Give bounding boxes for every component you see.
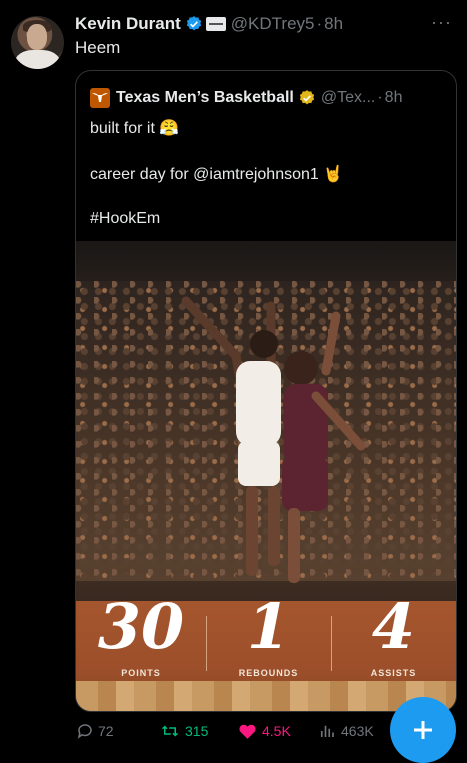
like-button[interactable]: 4.5K (238, 722, 291, 740)
stat-points: 30 POINTS (76, 590, 206, 679)
tweet-header: Kevin Durant @KDTrey5 · 8h (75, 13, 343, 35)
game-photo[interactable]: 30 POINTS 1 REBOUNDS 4 ASSISTS (76, 241, 456, 711)
views-button[interactable]: 463K (318, 722, 374, 740)
more-icon[interactable]: ··· (431, 12, 452, 33)
quoted-time[interactable]: 8h (385, 89, 403, 107)
views-count: 463K (341, 723, 374, 739)
stat-assists-value: 4 (371, 590, 416, 663)
quoted-text-line-3: #HookEm (90, 210, 161, 227)
affiliate-badge-icon (205, 17, 226, 31)
avatar[interactable] (11, 16, 64, 69)
like-count: 4.5K (262, 723, 291, 739)
time-separator: · (316, 14, 323, 33)
tweet-text: Heem (75, 38, 121, 57)
verified-badge-icon (186, 16, 201, 31)
retweet-icon (161, 725, 179, 737)
reply-button[interactable]: 72 (76, 722, 114, 740)
players-illustration (181, 296, 366, 583)
quoted-author-handle[interactable]: @Tex... (321, 89, 375, 107)
quoted-text-line-2: career day for @iamtrejohnson1 🤘 (90, 166, 344, 183)
gold-verified-icon (299, 90, 314, 105)
views-icon (320, 725, 334, 737)
reply-icon (77, 724, 92, 739)
quoted-tweet[interactable]: Texas Men’s Basketball @Tex... · 8h buil… (75, 70, 457, 712)
stat-rebounds-label: REBOUNDS (238, 668, 299, 678)
author-name[interactable]: Kevin Durant (75, 14, 181, 34)
reply-count: 72 (98, 723, 114, 739)
stat-points-value: 30 (97, 590, 185, 663)
author-handle[interactable]: @KDTrey5 (231, 14, 315, 34)
stat-points-label: POINTS (121, 668, 161, 678)
quoted-header: Texas Men’s Basketball @Tex... · 8h (90, 88, 402, 108)
tweet-time[interactable]: 8h (324, 14, 343, 34)
stat-assists-label: ASSISTS (370, 668, 417, 678)
compose-button[interactable] (390, 697, 456, 763)
retweet-button[interactable]: 315 (160, 722, 208, 740)
like-icon (239, 724, 256, 739)
quoted-author-name[interactable]: Texas Men’s Basketball (116, 89, 294, 107)
longhorn-logo-icon (90, 88, 110, 108)
stat-rebounds: 1 REBOUNDS (206, 590, 331, 679)
stat-rebounds-value: 1 (246, 590, 291, 663)
quoted-text-line-1: built for it 😤 (90, 120, 180, 137)
quoted-time-separator: · (377, 89, 383, 106)
compose-plus-icon (414, 721, 432, 739)
stat-assists: 4 ASSISTS (331, 590, 456, 679)
retweet-count: 315 (185, 723, 209, 739)
